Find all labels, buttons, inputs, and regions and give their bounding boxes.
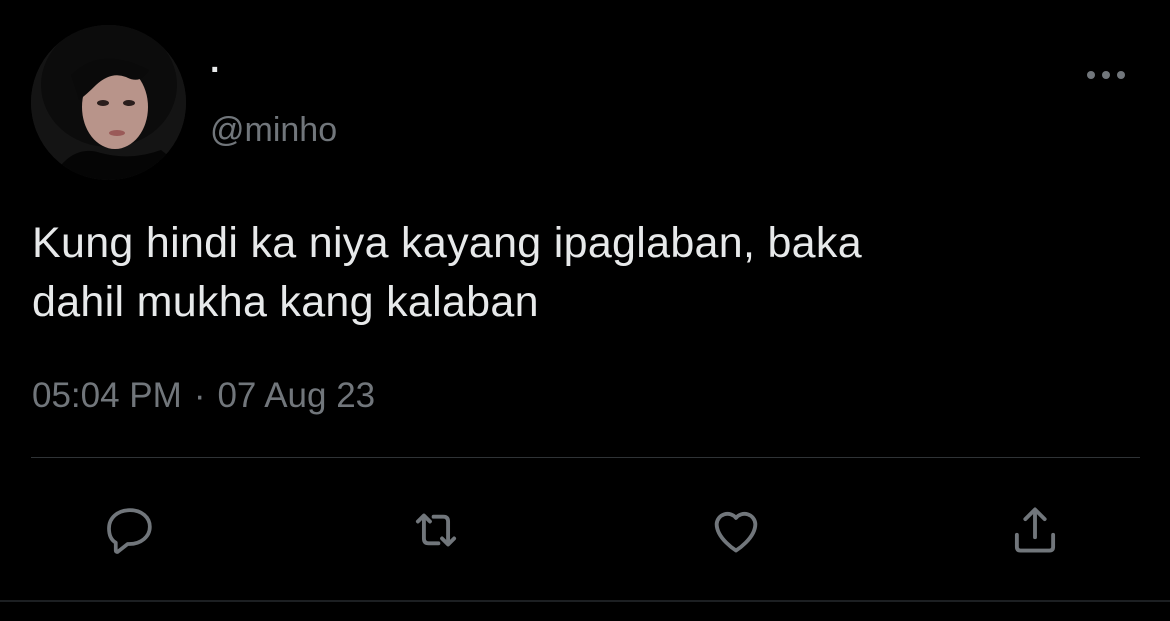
more-options-button[interactable]	[1084, 60, 1128, 90]
tweet-text-line: dahil mukha kang kalaban	[32, 278, 539, 326]
reply-button[interactable]	[100, 500, 160, 560]
user-handle[interactable]: @minho	[210, 110, 337, 150]
tweet-detail: · @minho Kung hindi ka niya kayang ipagl…	[0, 0, 1170, 621]
divider	[31, 457, 1140, 458]
tweet-text: Kung hindi ka niya kayang ipaglaban, bak…	[32, 214, 1132, 332]
more-horizontal-icon	[1087, 71, 1125, 79]
display-name[interactable]: ·	[210, 50, 221, 90]
retweet-button[interactable]	[406, 500, 466, 560]
reply-icon	[107, 508, 152, 554]
bottom-divider	[0, 600, 1170, 602]
tweet-text-line: Kung hindi ka niya kayang ipaglaban, bak…	[32, 219, 862, 267]
avatar-image	[31, 25, 186, 180]
share-icon	[1014, 507, 1056, 553]
timestamp[interactable]: 05:04 PM · 07 Aug 23	[32, 374, 375, 418]
tweet-time: 05:04 PM	[32, 376, 182, 415]
share-button[interactable]	[1005, 500, 1065, 560]
timestamp-separator: ·	[193, 376, 206, 415]
heart-icon	[714, 511, 758, 553]
action-bar	[0, 500, 1170, 560]
retweet-icon	[415, 513, 457, 547]
tweet-date: 07 Aug 23	[217, 376, 376, 415]
avatar[interactable]	[31, 25, 186, 180]
like-button[interactable]	[706, 500, 766, 560]
